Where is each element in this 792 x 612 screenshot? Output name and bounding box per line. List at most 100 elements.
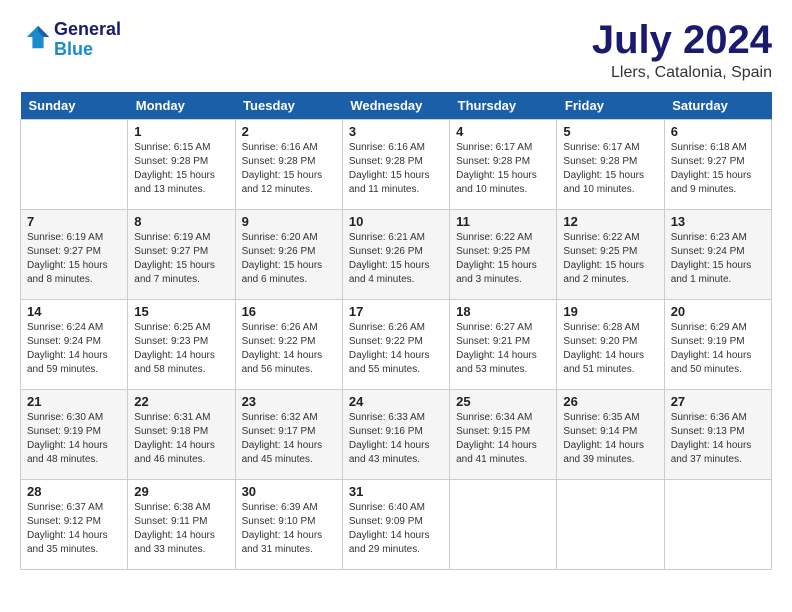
day-info: Sunrise: 6:22 AM Sunset: 9:25 PM Dayligh… (563, 231, 657, 287)
calendar-cell: 2Sunrise: 6:16 AM Sunset: 9:28 PM Daylig… (235, 120, 342, 210)
calendar-cell (557, 480, 664, 570)
day-info: Sunrise: 6:19 AM Sunset: 9:27 PM Dayligh… (27, 231, 121, 287)
day-number: 2 (242, 124, 336, 139)
day-info: Sunrise: 6:29 AM Sunset: 9:19 PM Dayligh… (671, 321, 765, 377)
day-info: Sunrise: 6:21 AM Sunset: 9:26 PM Dayligh… (349, 231, 443, 287)
day-number: 16 (242, 304, 336, 319)
calendar-cell: 23Sunrise: 6:32 AM Sunset: 9:17 PM Dayli… (235, 390, 342, 480)
day-info: Sunrise: 6:25 AM Sunset: 9:23 PM Dayligh… (134, 321, 228, 377)
day-number: 27 (671, 394, 765, 409)
day-number: 6 (671, 124, 765, 139)
calendar-cell: 27Sunrise: 6:36 AM Sunset: 9:13 PM Dayli… (664, 390, 771, 480)
weekday-header-row: SundayMondayTuesdayWednesdayThursdayFrid… (21, 92, 772, 120)
day-number: 12 (563, 214, 657, 229)
day-info: Sunrise: 6:28 AM Sunset: 9:20 PM Dayligh… (563, 321, 657, 377)
day-info: Sunrise: 6:26 AM Sunset: 9:22 PM Dayligh… (349, 321, 443, 377)
day-info: Sunrise: 6:20 AM Sunset: 9:26 PM Dayligh… (242, 231, 336, 287)
calendar-week-row: 1Sunrise: 6:15 AM Sunset: 9:28 PM Daylig… (21, 120, 772, 210)
day-number: 28 (27, 484, 121, 499)
calendar-cell (450, 480, 557, 570)
day-number: 11 (456, 214, 550, 229)
logo-text: General Blue (54, 20, 121, 60)
calendar-week-row: 14 Sunrise: 6:24 AM Sunset: 9:24 PM Dayli… (21, 300, 772, 390)
weekday-header-friday: Friday (557, 92, 664, 120)
calendar-cell: 29 Sunrise: 6:38 AM Sunset: 9:11 PM Dayli… (128, 480, 235, 570)
day-number: 24 (349, 394, 443, 409)
weekday-header-thursday: Thursday (450, 92, 557, 120)
weekday-header-tuesday: Tuesday (235, 92, 342, 120)
day-info: Sunrise: 6:27 AM Sunset: 9:21 PM Dayligh… (456, 321, 550, 377)
calendar-cell: 12 Sunrise: 6:22 AM Sunset: 9:25 PM Dayli… (557, 210, 664, 300)
calendar-cell: 14 Sunrise: 6:24 AM Sunset: 9:24 PM Dayli… (21, 300, 128, 390)
day-number: 29 (134, 484, 228, 499)
calendar-table: SundayMondayTuesdayWednesdayThursdayFrid… (20, 92, 772, 570)
day-info: Sunrise: 6:16 AM Sunset: 9:28 PM Dayligh… (349, 141, 443, 197)
day-number: 31 (349, 484, 443, 499)
calendar-cell: 26 Sunrise: 6:35 AM Sunset: 9:14 PM Dayli… (557, 390, 664, 480)
logo: General Blue (20, 20, 121, 60)
day-info: Sunrise: 6:35 AM Sunset: 9:14 PM Dayligh… (563, 411, 657, 467)
calendar-cell: 9 Sunrise: 6:20 AM Sunset: 9:26 PM Daylig… (235, 210, 342, 300)
day-number: 26 (563, 394, 657, 409)
day-info: Sunrise: 6:17 AM Sunset: 9:28 PM Dayligh… (456, 141, 550, 197)
day-number: 19 (563, 304, 657, 319)
calendar-cell: 6 Sunrise: 6:18 AM Sunset: 9:27 PM Daylig… (664, 120, 771, 210)
month-title: July 2024 (592, 20, 772, 60)
calendar-cell: 30 Sunrise: 6:39 AM Sunset: 9:10 PM Dayli… (235, 480, 342, 570)
weekday-header-saturday: Saturday (664, 92, 771, 120)
day-number: 23 (242, 394, 336, 409)
calendar-cell: 5 Sunrise: 6:17 AM Sunset: 9:28 PM Daylig… (557, 120, 664, 210)
day-number: 25 (456, 394, 550, 409)
calendar-cell: 24 Sunrise: 6:33 AM Sunset: 9:16 PM Dayli… (342, 390, 449, 480)
calendar-cell: 18Sunrise: 6:27 AM Sunset: 9:21 PM Dayli… (450, 300, 557, 390)
day-number: 20 (671, 304, 765, 319)
day-number: 17 (349, 304, 443, 319)
day-number: 21 (27, 394, 121, 409)
day-info: Sunrise: 6:15 AM Sunset: 9:28 PM Dayligh… (134, 141, 228, 197)
calendar-cell: 21 Sunrise: 6:30 AM Sunset: 9:19 PM Dayli… (21, 390, 128, 480)
day-info: Sunrise: 6:19 AM Sunset: 9:27 PM Dayligh… (134, 231, 228, 287)
calendar-cell: 8 Sunrise: 6:19 AM Sunset: 9:27 PM Daylig… (128, 210, 235, 300)
day-number: 15 (134, 304, 228, 319)
calendar-cell: 28Sunrise: 6:37 AM Sunset: 9:12 PM Dayli… (21, 480, 128, 570)
day-number: 30 (242, 484, 336, 499)
day-info: Sunrise: 6:33 AM Sunset: 9:16 PM Dayligh… (349, 411, 443, 467)
day-info: Sunrise: 6:23 AM Sunset: 9:24 PM Dayligh… (671, 231, 765, 287)
logo-icon (24, 23, 52, 51)
day-info: Sunrise: 6:18 AM Sunset: 9:27 PM Dayligh… (671, 141, 765, 197)
calendar-cell: 10 Sunrise: 6:21 AM Sunset: 9:26 PM Dayli… (342, 210, 449, 300)
calendar-week-row: 21 Sunrise: 6:30 AM Sunset: 9:19 PM Dayli… (21, 390, 772, 480)
day-info: Sunrise: 6:17 AM Sunset: 9:28 PM Dayligh… (563, 141, 657, 197)
calendar-week-row: 28Sunrise: 6:37 AM Sunset: 9:12 PM Dayli… (21, 480, 772, 570)
day-info: Sunrise: 6:31 AM Sunset: 9:18 PM Dayligh… (134, 411, 228, 467)
calendar-cell (664, 480, 771, 570)
day-number: 10 (349, 214, 443, 229)
day-number: 14 (27, 304, 121, 319)
day-number: 5 (563, 124, 657, 139)
calendar-cell: 11 Sunrise: 6:22 AM Sunset: 9:25 PM Dayli… (450, 210, 557, 300)
weekday-header-monday: Monday (128, 92, 235, 120)
calendar-week-row: 7 Sunrise: 6:19 AM Sunset: 9:27 PM Daylig… (21, 210, 772, 300)
day-info: Sunrise: 6:39 AM Sunset: 9:10 PM Dayligh… (242, 501, 336, 557)
calendar-cell: 15 Sunrise: 6:25 AM Sunset: 9:23 PM Dayli… (128, 300, 235, 390)
calendar-cell (21, 120, 128, 210)
day-info: Sunrise: 6:22 AM Sunset: 9:25 PM Dayligh… (456, 231, 550, 287)
day-info: Sunrise: 6:38 AM Sunset: 9:11 PM Dayligh… (134, 501, 228, 557)
calendar-cell: 7 Sunrise: 6:19 AM Sunset: 9:27 PM Daylig… (21, 210, 128, 300)
calendar-cell: 3Sunrise: 6:16 AM Sunset: 9:28 PM Daylig… (342, 120, 449, 210)
day-number: 7 (27, 214, 121, 229)
calendar-cell: 17 Sunrise: 6:26 AM Sunset: 9:22 PM Dayli… (342, 300, 449, 390)
location: Llers, Catalonia, Spain (592, 64, 772, 82)
day-number: 9 (242, 214, 336, 229)
day-info: Sunrise: 6:34 AM Sunset: 9:15 PM Dayligh… (456, 411, 550, 467)
calendar-cell: 16Sunrise: 6:26 AM Sunset: 9:22 PM Dayli… (235, 300, 342, 390)
day-number: 13 (671, 214, 765, 229)
day-info: Sunrise: 6:24 AM Sunset: 9:24 PM Dayligh… (27, 321, 121, 377)
day-info: Sunrise: 6:30 AM Sunset: 9:19 PM Dayligh… (27, 411, 121, 467)
calendar-cell: 1Sunrise: 6:15 AM Sunset: 9:28 PM Daylig… (128, 120, 235, 210)
page-header: General Blue July 2024 Llers, Catalonia,… (20, 20, 772, 82)
calendar-cell: 13 Sunrise: 6:23 AM Sunset: 9:24 PM Dayli… (664, 210, 771, 300)
day-number: 8 (134, 214, 228, 229)
calendar-cell: 25 Sunrise: 6:34 AM Sunset: 9:15 PM Dayli… (450, 390, 557, 480)
day-number: 4 (456, 124, 550, 139)
